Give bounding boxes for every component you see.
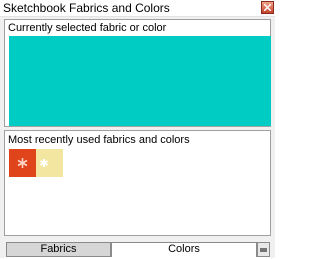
current-selection-label: Currently selected fabric or color xyxy=(8,22,167,34)
tab-strip: Fabrics Colors xyxy=(4,242,271,258)
recent-swatch-2[interactable] xyxy=(36,149,63,177)
window-title: Sketchbook Fabrics and Colors xyxy=(3,1,170,15)
current-color-swatch xyxy=(9,36,271,126)
tab-scroll-button[interactable] xyxy=(257,242,270,257)
asterisk-icon xyxy=(40,159,48,167)
sketchbook-fabrics-window: Sketchbook Fabrics and Colors Currently … xyxy=(0,0,275,258)
recent-swatch-1[interactable] xyxy=(9,149,36,177)
tab-scroll-icon xyxy=(260,248,267,252)
close-icon xyxy=(264,4,271,11)
tab-fabrics[interactable]: Fabrics xyxy=(6,242,111,257)
asterisk-icon xyxy=(17,158,28,168)
title-bar: Sketchbook Fabrics and Colors xyxy=(0,0,275,17)
recent-label: Most recently used fabrics and colors xyxy=(8,134,190,146)
current-selection-panel: Currently selected fabric or color xyxy=(4,19,271,127)
tab-colors[interactable]: Colors xyxy=(111,242,257,257)
close-button[interactable] xyxy=(261,1,274,14)
recent-panel: Most recently used fabrics and colors xyxy=(4,130,271,236)
